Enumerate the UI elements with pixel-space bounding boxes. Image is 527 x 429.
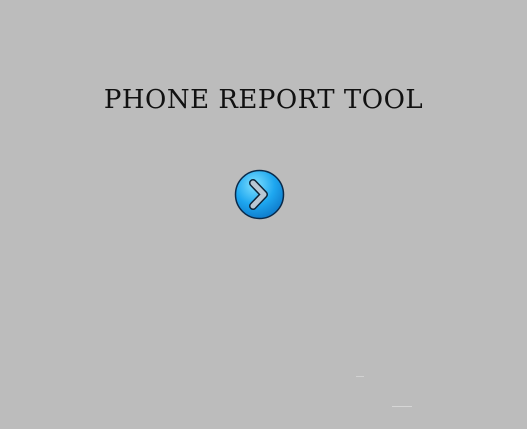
page-title: PHONE REPORT TOOL bbox=[103, 85, 424, 116]
next-button[interactable] bbox=[234, 169, 285, 220]
chevron-right-icon bbox=[234, 169, 285, 220]
divider-mark bbox=[392, 406, 412, 407]
divider-mark bbox=[356, 376, 364, 377]
app-screen: PHONE REPORT TOOL bbox=[0, 0, 527, 429]
